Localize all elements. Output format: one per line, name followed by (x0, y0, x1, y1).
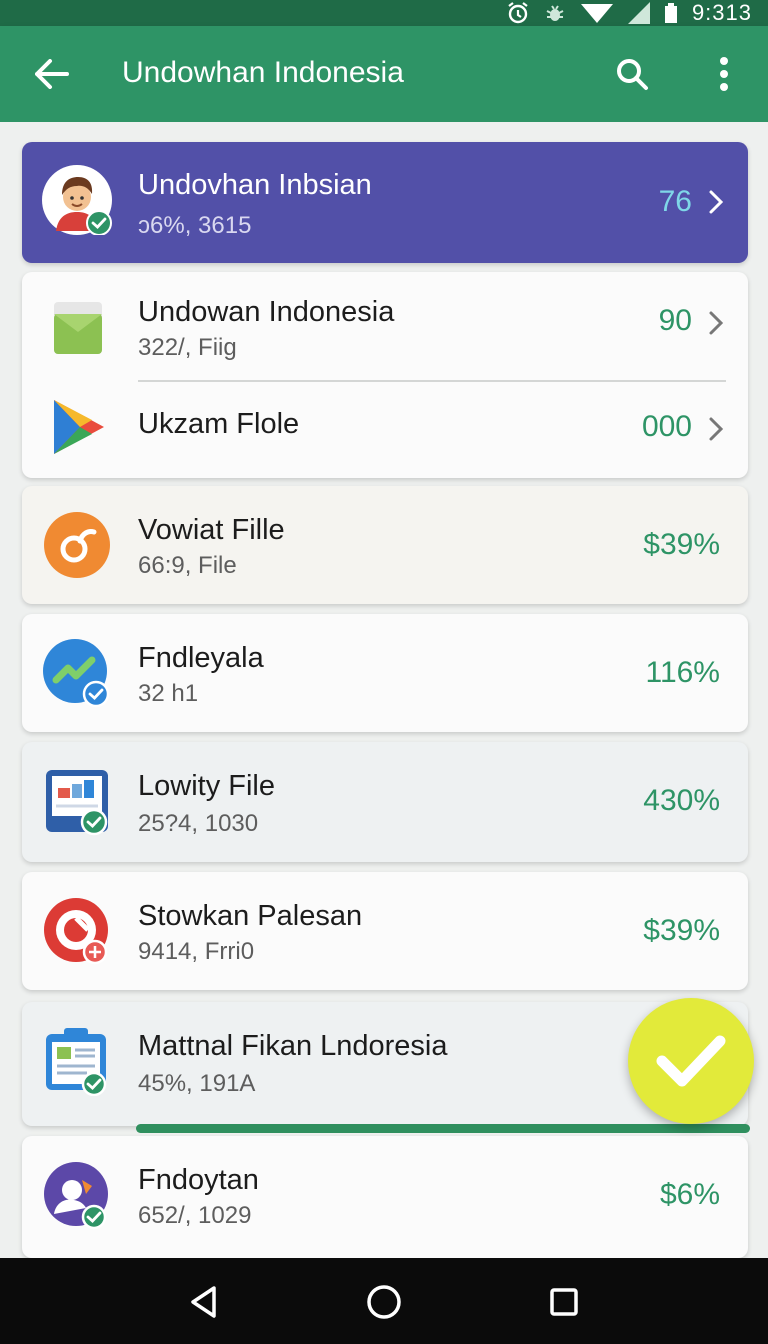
item-sub: 45%, 191A (138, 1070, 256, 1097)
app-bar: Undowhan Indonesia (0, 26, 768, 122)
list-item[interactable]: Ukzam Flole 000 (22, 374, 748, 478)
item-value: $39% (643, 914, 720, 947)
confirm-fab-button[interactable] (628, 998, 754, 1124)
item-value: $6% (659, 1178, 720, 1211)
list-item[interactable]: Stowkan Palesan 9414, Frri0 $39% (22, 872, 748, 990)
back-arrow-icon[interactable] (30, 54, 74, 94)
item-sub: 25?4, 1030 (138, 810, 259, 837)
chevron-right-icon (709, 417, 724, 441)
avatar (42, 165, 112, 235)
signal-icon (627, 2, 650, 24)
wifi-icon (580, 2, 614, 24)
progress-bar (136, 1124, 750, 1133)
item-name: Stowkan Palesan (138, 900, 363, 932)
item-name: Fndoytan (138, 1164, 259, 1196)
status-time: 9:313 (691, 0, 752, 25)
item-value: 76 (658, 185, 692, 218)
alarm-icon (506, 1, 530, 25)
nav-back-icon[interactable] (182, 1280, 226, 1324)
item-name: Undowan Indonesia (138, 296, 395, 328)
orange-circle-icon (44, 512, 110, 578)
chevron-right-icon (709, 311, 724, 335)
item-value: 90 (658, 304, 692, 337)
item-value: 116% (645, 656, 720, 689)
item-name: Undovhan Inbsian (138, 169, 372, 201)
nav-home-icon[interactable] (362, 1280, 406, 1324)
chevron-right-icon (709, 190, 724, 214)
item-sub: 652/, 1029 (138, 1202, 252, 1229)
item-sub: ɔ6%, 3615 (138, 212, 252, 239)
battery-icon (664, 3, 678, 23)
item-value: 000 (641, 410, 692, 443)
item-value: $39% (643, 528, 720, 561)
search-icon[interactable] (610, 54, 654, 94)
item-name: Vowiat Fille (138, 514, 285, 546)
list-item[interactable]: Vowiat Fille 66:9, File $39% (22, 486, 748, 604)
item-sub: 66:9, File (138, 552, 237, 579)
nav-recents-icon[interactable] (542, 1280, 586, 1324)
clipboard-icon (46, 1028, 107, 1096)
item-sub: 322/, Fiig (138, 334, 237, 361)
item-sub: 9414, Frri0 (138, 938, 255, 965)
item-name: Ukzam Flole (138, 408, 300, 440)
status-bar: 9:313 (0, 0, 768, 26)
grouped-card: Undowan Indonesia 322/, Fiig 90 Ukzam Fl… (22, 272, 748, 478)
file-green-icon (54, 302, 102, 354)
play-store-icon (54, 400, 104, 454)
item-name: Lowity File (138, 770, 275, 802)
page-title: Undowhan Indonesia (122, 56, 404, 89)
list-item[interactable]: Fndleyala 32 h1 116% (22, 614, 748, 732)
item-sub: 32 h1 (138, 680, 199, 707)
user-circle-icon (44, 1162, 108, 1230)
list-item[interactable]: Fndoytan 652/, 1029 $6% (22, 1136, 748, 1258)
more-vert-icon[interactable] (702, 54, 746, 94)
featured-item[interactable]: Undovhan Inbsian ɔ6%, 3615 76 (22, 142, 748, 263)
trend-icon (43, 639, 110, 708)
item-value: 430% (643, 784, 720, 817)
item-name: Mattnal Fikan Lndoresia (138, 1030, 448, 1062)
list-item[interactable]: Undowan Indonesia 322/, Fiig 90 (22, 272, 748, 382)
red-app-icon (44, 898, 108, 965)
item-name: Fndleyala (138, 642, 264, 674)
list-item[interactable]: Lowity File 25?4, 1030 430% (22, 742, 748, 862)
system-nav-bar (0, 1258, 768, 1344)
document-chart-icon (46, 770, 108, 836)
bug-icon (544, 2, 566, 24)
checkmark-icon (656, 1035, 726, 1087)
